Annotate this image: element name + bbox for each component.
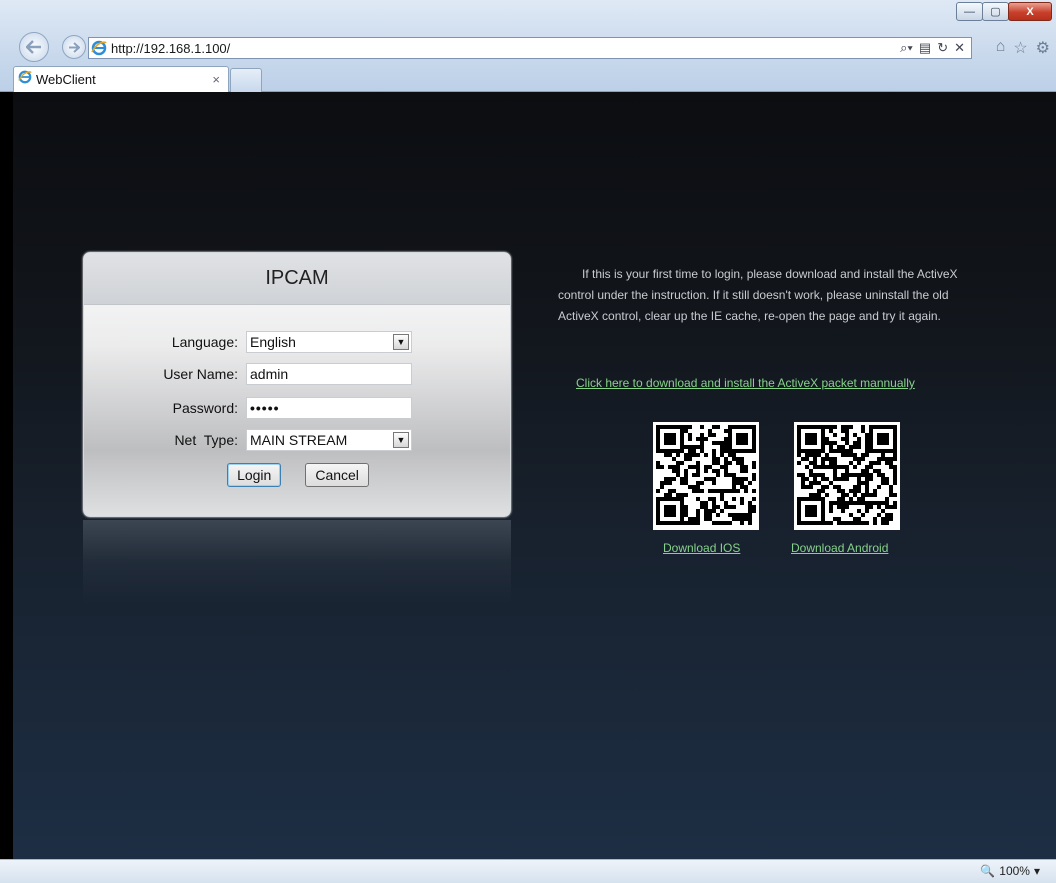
new-tab-button[interactable] [230,68,262,92]
language-select[interactable]: English ▼ [246,331,412,353]
toolbar-icons: ⌂ ☆ ⚙ [996,38,1050,58]
status-bar: 🔍 100% ▾ [0,859,1056,883]
chevron-down-icon[interactable]: ▾ [1034,864,1040,878]
nettype-row: Net Type: MAIN STREAM ▼ [84,429,510,451]
settings-gear-icon[interactable]: ⚙ [1036,38,1050,58]
nettype-value: MAIN STREAM [250,432,348,448]
password-label: Password: [172,400,238,416]
tab-close-icon[interactable]: × [212,72,228,87]
browser-chrome: — ▢ X http://192.168.1.100/ ⌕▾ ▤ ↻ ✕ ⌂ ☆… [0,0,1056,92]
download-ios-link[interactable]: Download IOS [663,541,740,555]
button-row: Login Cancel [84,463,510,487]
cancel-button[interactable]: Cancel [305,463,369,487]
activex-instructions: If this is your first time to login, ple… [558,267,958,323]
activex-download-link[interactable]: Click here to download and install the A… [576,376,915,390]
password-row: Password: ••••• [84,397,510,419]
minimize-button[interactable]: — [956,2,983,21]
maximize-button[interactable]: ▢ [982,2,1009,21]
login-header: IPCAM [84,253,510,305]
username-row: User Name: admin [84,363,510,385]
language-row: Language: English ▼ [84,331,510,353]
language-label: Language: [171,334,238,350]
search-icon[interactable]: ⌕▾ [900,40,913,56]
qr-code-ios [653,422,759,530]
tab-title: WebClient [36,72,96,87]
refresh-icon[interactable]: ↻ [937,40,948,56]
close-window-button[interactable]: X [1008,2,1052,21]
download-android-link[interactable]: Download Android [791,541,888,555]
window-buttons: — ▢ X [956,2,1052,21]
favorites-star-icon[interactable]: ☆ [1013,38,1027,58]
username-input[interactable]: admin [246,363,412,385]
page-content: IPCAM Language: English ▼ User Name: adm… [13,92,1056,859]
nettype-label: Net Type: [174,432,238,448]
back-arrow-icon[interactable] [19,32,49,62]
ie-tab-icon [18,70,32,89]
username-label: User Name: [163,366,238,382]
ie-logo-icon [89,38,109,58]
stop-icon[interactable]: ✕ [954,40,965,56]
zoom-control[interactable]: 🔍 100% ▾ [980,864,1040,878]
home-icon[interactable]: ⌂ [996,38,1006,58]
address-tools: ⌕▾ ▤ ↻ ✕ [900,40,971,56]
zoom-icon: 🔍 [980,864,996,878]
language-value: English [250,334,296,350]
chevron-down-icon[interactable]: ▼ [393,334,409,350]
login-panel: IPCAM Language: English ▼ User Name: adm… [83,252,511,517]
qr-code-android [794,422,900,530]
address-bar[interactable]: http://192.168.1.100/ ⌕▾ ▤ ↻ ✕ [88,37,972,59]
forward-arrow-icon[interactable] [62,35,86,59]
nettype-select[interactable]: MAIN STREAM ▼ [246,429,412,451]
zoom-level: 100% [999,864,1030,878]
password-input[interactable]: ••••• [246,397,412,419]
address-url[interactable]: http://192.168.1.100/ [109,41,900,56]
tab-webclient[interactable]: WebClient × [13,66,229,92]
login-title: IPCAM [265,267,329,289]
qr-ios-image [656,425,756,525]
compat-view-icon[interactable]: ▤ [919,40,931,56]
qr-android-image [797,425,897,525]
login-button[interactable]: Login [227,463,282,487]
login-panel-reflection [83,520,511,605]
tab-row: WebClient × [13,66,262,92]
chevron-down-icon[interactable]: ▼ [393,432,409,448]
